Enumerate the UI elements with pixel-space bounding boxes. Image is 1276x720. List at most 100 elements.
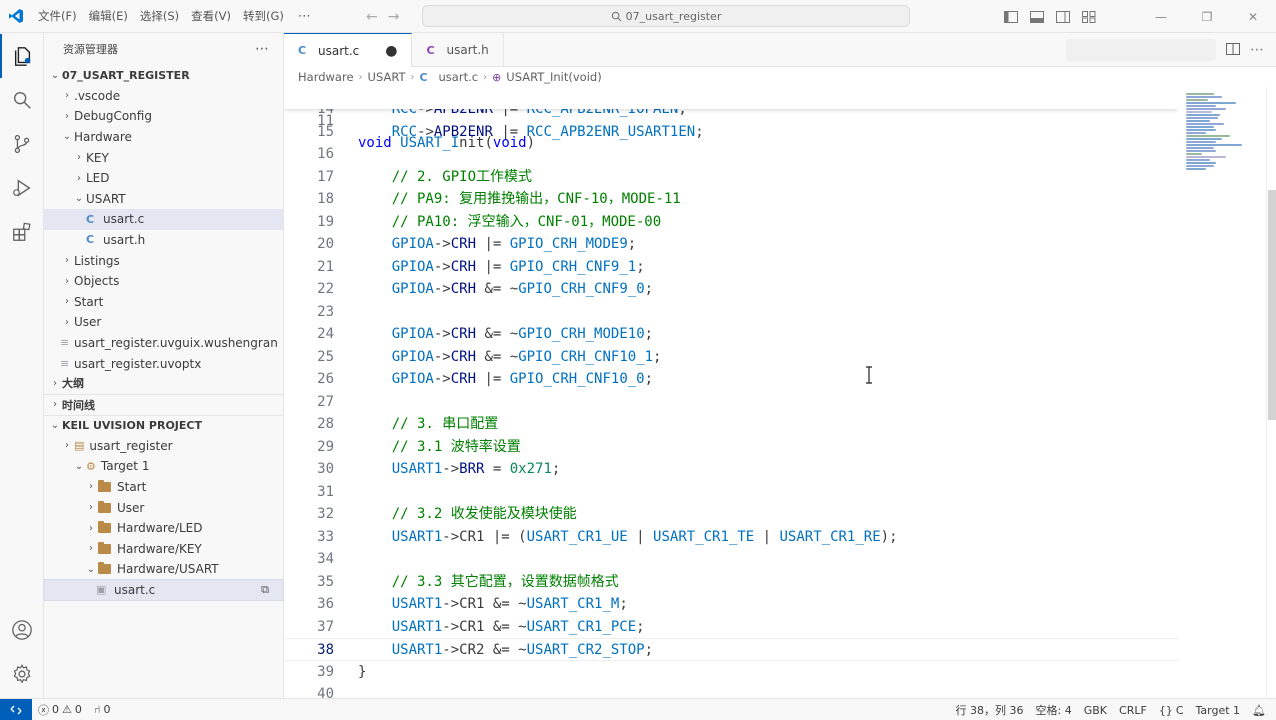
menu-item[interactable]: 编辑(E) — [83, 0, 134, 33]
code-line[interactable]: 33 USART1->CR1 |= (USART_CR1_UE | USART_… — [284, 526, 1178, 549]
close-button[interactable]: ✕ — [1230, 0, 1276, 33]
breadcrumb-item[interactable]: USART_Init(void) — [506, 70, 601, 84]
split-editor-icon[interactable] — [1226, 42, 1240, 58]
menu-item[interactable]: 选择(S) — [134, 0, 185, 33]
menu-item[interactable]: 文件(F) — [32, 0, 83, 33]
code-line[interactable]: 21 GPIOA->CRH |= GPIO_CRH_CNF9_1; — [284, 256, 1178, 279]
tab-usart-h[interactable]: C usart.h — [412, 33, 504, 67]
search-icon — [611, 11, 622, 21]
open-file-icon[interactable]: ⧉ — [261, 583, 269, 597]
code-line[interactable]: 25 GPIOA->CRH &= ~GPIO_CRH_CNF10_1; — [284, 346, 1178, 369]
indentation[interactable]: 空格: 4 — [1030, 702, 1078, 718]
breadcrumb-item[interactable]: usart.c — [439, 70, 479, 84]
tree-item[interactable]: › LED — [44, 168, 283, 189]
encoding[interactable]: GBK — [1078, 704, 1113, 717]
breadcrumb-item[interactable]: USART — [368, 70, 406, 84]
extensions-icon[interactable] — [0, 210, 44, 254]
tree-item[interactable]: › User — [44, 312, 283, 333]
code-line[interactable]: 22 GPIOA->CRH &= ~GPIO_CRH_CNF9_0; — [284, 278, 1178, 301]
sticky-scroll-header[interactable]: 11 void USART_Init(void) — [284, 87, 1178, 151]
account-icon[interactable] — [0, 608, 44, 652]
customize-layout-icon[interactable] — [1080, 8, 1098, 26]
code-line[interactable]: 17 // 2. GPIO工作模式 — [284, 166, 1178, 189]
unsaved-dot-icon[interactable]: ● — [385, 43, 397, 59]
tree-item[interactable]: › .vscode — [44, 86, 283, 107]
tree-item[interactable]: ▣ usart.c ⧉ — [43, 578, 284, 602]
tree-item[interactable]: ≡ usart_register.uvguix.wushengran — [44, 333, 283, 354]
code-line[interactable]: 28 // 3. 串口配置 — [284, 413, 1178, 436]
timeline-section[interactable]: › 时间线 — [44, 394, 283, 415]
tree-item[interactable]: › Listings — [44, 250, 283, 271]
search-activity-icon[interactable] — [0, 78, 44, 122]
code-line[interactable]: 18 // PA9: 复用推挽输出，CNF-10，MODE-11 — [284, 188, 1178, 211]
tree-item[interactable]: › Start — [44, 477, 283, 498]
keil-target[interactable]: Target 1 — [1190, 704, 1247, 717]
code-line[interactable]: 34 — [284, 548, 1178, 571]
code-line[interactable]: 40 — [284, 683, 1178, 698]
notifications-bell-icon[interactable]: 🔔︎ — [1246, 704, 1276, 717]
tree-item[interactable]: › KEY — [44, 147, 283, 168]
tree-item[interactable]: ≡ usart_register.uvoptx — [44, 353, 283, 374]
tree-item[interactable]: › DebugConfig — [44, 106, 283, 127]
code-line[interactable]: 19 // PA10: 浮空输入，CNF-01，MODE-00 — [284, 211, 1178, 234]
command-center[interactable]: 07_usart_register — [422, 5, 910, 27]
cursor-position[interactable]: 行 38，列 36 — [950, 702, 1030, 718]
tree-item[interactable]: Cusart.c — [44, 209, 283, 230]
minimap[interactable] — [1178, 87, 1266, 698]
code-line[interactable]: 31 — [284, 481, 1178, 504]
tree-item[interactable]: › Hardware/LED — [44, 518, 283, 539]
code-line[interactable]: 36 USART1->CR1 &= ~USART_CR1_M; — [284, 593, 1178, 616]
toggle-secondary-sidebar-icon[interactable] — [1054, 8, 1072, 26]
tree-item[interactable]: ⌄ Hardware/USART — [44, 559, 283, 580]
tree-item[interactable]: Cusart.h — [44, 230, 283, 251]
tree-item[interactable]: › User — [44, 497, 283, 518]
breadcrumb-item[interactable]: Hardware — [298, 70, 354, 84]
menu-item[interactable]: 转到(G) — [237, 0, 290, 33]
code-line[interactable]: 35 // 3.3 其它配置，设置数据帧格式 — [284, 571, 1178, 594]
keil-project-section[interactable]: ⌄ KEIL UVISION PROJECT — [44, 415, 283, 436]
code-line[interactable]: 37 USART1->CR1 &= ~USART_CR1_PCE; — [284, 616, 1178, 639]
code-line[interactable]: 24 GPIOA->CRH &= ~GPIO_CRH_MODE10; — [284, 323, 1178, 346]
outline-section[interactable]: › 大纲 — [44, 373, 283, 394]
tree-item[interactable]: › Objects — [44, 271, 283, 292]
code-line[interactable]: 23 — [284, 301, 1178, 324]
settings-gear-icon[interactable] — [0, 652, 44, 696]
tab-usart-c[interactable]: C usart.c ● — [284, 33, 413, 67]
code-line[interactable]: 39} — [284, 661, 1178, 684]
more-actions-icon[interactable]: ⋯ — [255, 41, 269, 57]
more-menu-icon[interactable]: ⋯ — [290, 9, 319, 24]
menu-item[interactable]: 查看(V) — [185, 0, 237, 33]
code-line[interactable]: 26 GPIOA->CRH |= GPIO_CRH_CNF10_0; — [284, 368, 1178, 391]
explorer-root-folder[interactable]: ⌄ 07_USART_REGISTER — [44, 65, 283, 86]
minimize-button[interactable]: — — [1138, 0, 1184, 33]
run-debug-icon[interactable] — [0, 166, 44, 210]
maximize-button[interactable]: ❐ — [1184, 0, 1230, 33]
tree-item[interactable]: › Hardware/KEY — [44, 539, 283, 560]
code-line[interactable]: 27 — [284, 391, 1178, 414]
tree-item[interactable]: › ▤ usart_register — [44, 436, 283, 457]
remote-indicator-icon[interactable] — [0, 698, 32, 720]
code-line[interactable]: 30 USART1->BRR = 0x271; — [284, 458, 1178, 481]
scrollbar-thumb[interactable] — [1268, 190, 1276, 420]
end-of-line[interactable]: CRLF — [1113, 704, 1153, 717]
tree-item[interactable]: › Start — [44, 292, 283, 313]
explorer-icon[interactable] — [0, 34, 44, 78]
code-line[interactable]: 20 GPIOA->CRH |= GPIO_CRH_MODE9; — [284, 233, 1178, 256]
toggle-panel-icon[interactable] — [1028, 8, 1046, 26]
ports-indicator[interactable]: ⑁ 0 — [88, 703, 117, 716]
tree-item[interactable]: ⌄ Hardware — [44, 127, 283, 148]
vertical-scrollbar[interactable] — [1266, 87, 1276, 698]
code-line[interactable]: 38 USART1->CR2 &= ~USART_CR2_STOP; — [284, 638, 1178, 661]
more-actions-icon[interactable]: ⋯ — [1250, 42, 1264, 58]
code-editor[interactable]: 11 void USART_Init(void) 14 RCC->APB2ENR… — [284, 87, 1178, 698]
forward-arrow-icon[interactable]: → — [388, 9, 400, 25]
back-arrow-icon[interactable]: ← — [366, 9, 378, 25]
toggle-sidebar-icon[interactable] — [1002, 8, 1020, 26]
tree-item[interactable]: ⌄ USART — [44, 189, 283, 210]
language-mode[interactable]: {} C — [1153, 704, 1190, 717]
source-control-icon[interactable] — [0, 122, 44, 166]
code-line[interactable]: 29 // 3.1 波特率设置 — [284, 436, 1178, 459]
tree-item[interactable]: ⌄ ⚙ Target 1 — [44, 456, 283, 477]
code-line[interactable]: 32 // 3.2 收发使能及模块使能 — [284, 503, 1178, 526]
problems-indicator[interactable]: ⓧ 0 ⚠ 0 — [32, 702, 88, 718]
